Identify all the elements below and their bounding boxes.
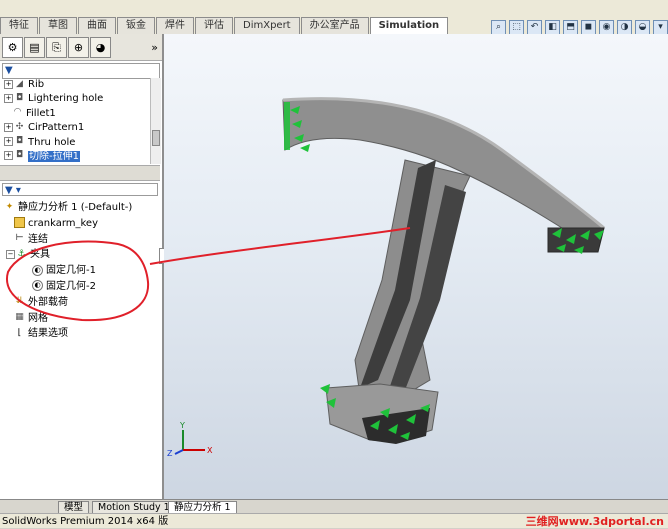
- results-options-item[interactable]: ⌊ 结果选项: [0, 326, 160, 342]
- edit-appearance-icon[interactable]: ◑: [617, 20, 632, 35]
- command-tab[interactable]: 特征: [0, 17, 38, 34]
- extrude-cut-icon: ◘: [15, 150, 24, 161]
- panel-splitter[interactable]: [0, 165, 160, 181]
- extrude-cut-icon: ◘: [15, 92, 24, 103]
- feature-tree: + ◢ Rib + ◘ Lightering hole ◠ Fillet1 + ✣ CirPatte…: [0, 78, 150, 164]
- expand-icon[interactable]: +: [4, 137, 13, 147]
- study-tabs: 模型 Motion Study 1 静应力分析 1: [0, 499, 668, 515]
- external-loads-label: 外部载荷: [28, 296, 68, 308]
- command-tab[interactable]: 钣金: [117, 17, 155, 34]
- study-tree: ✦ 静应力分析 1 (-Default-) crankarm_key ⊢ 连结 − ⚓…: [0, 200, 160, 342]
- fixtures-label: 夹具: [30, 249, 50, 261]
- fixture-item-2[interactable]: ◐ 固定几何-2: [0, 279, 160, 295]
- display-style-icon[interactable]: ◼: [581, 20, 596, 35]
- part-item[interactable]: crankarm_key: [0, 216, 160, 232]
- expand-icon[interactable]: +: [4, 122, 13, 132]
- feature-tree-item[interactable]: + ◢ Rib: [0, 78, 150, 92]
- connections-icon: ⊢: [15, 233, 24, 244]
- collapse-icon[interactable]: −: [6, 249, 15, 259]
- study-filter[interactable]: ▼ ▾: [2, 183, 158, 196]
- status-bar: SolidWorks Premium 2014 x64 版 三维网www.3dp…: [0, 513, 668, 528]
- command-tab[interactable]: 焊件: [156, 17, 194, 34]
- part-label: crankarm_key: [28, 217, 98, 229]
- feature-tree-item[interactable]: + ◘ Thru hole: [0, 136, 150, 150]
- results-options-icon: ⌊: [17, 327, 22, 338]
- feature-tree-item[interactable]: + ✣ CirPattern1: [0, 121, 150, 135]
- feature-tree-item[interactable]: + ◘ 切除-拉伸1: [0, 150, 150, 164]
- feature-label: Thru hole: [28, 136, 76, 148]
- fixed-geometry-icon: ◐: [32, 264, 43, 276]
- command-tab[interactable]: DimXpert: [234, 17, 300, 34]
- fixture-icon: ⚓: [17, 248, 26, 259]
- results-options-label: 结果选项: [28, 328, 68, 340]
- study-label: 静应力分析 1 (-Default-): [18, 202, 133, 213]
- fixture-label: 固定几何-1: [46, 265, 96, 277]
- svg-text:Z: Z: [167, 449, 173, 458]
- fillet-icon: ◠: [13, 107, 22, 118]
- panel-expand-icon[interactable]: »: [151, 41, 158, 54]
- mesh-label: 网格: [28, 312, 48, 324]
- expand-icon[interactable]: +: [4, 93, 13, 103]
- command-tab[interactable]: 办公室产品: [300, 17, 369, 34]
- mesh-icon: ▦: [15, 312, 24, 323]
- heads-up-view-toolbar: ⌕ ⬚ ↶ ◧ ⬒ ◼ ◉ ◑ ◒ ▾: [491, 20, 668, 35]
- fixed-geometry-icon: ◐: [32, 280, 43, 292]
- zoom-area-icon[interactable]: ⬚: [509, 20, 524, 35]
- hide-show-icon[interactable]: ◉: [599, 20, 614, 35]
- feature-label: CirPattern1: [28, 122, 85, 134]
- fixture-label: 固定几何-2: [46, 280, 96, 292]
- feature-label: Fillet1: [26, 107, 56, 119]
- feature-manager-icon[interactable]: ⚙: [2, 36, 23, 58]
- view-settings-icon[interactable]: ▾: [653, 20, 668, 35]
- feature-tree-item[interactable]: + ◘ Lightering hole: [0, 92, 150, 106]
- command-tab-strip: 特征 草图 曲面 钣金 焊件 评估 DimXpert 办公室产品 Simulation: [0, 17, 449, 34]
- expand-icon[interactable]: [4, 109, 11, 116]
- expand-icon[interactable]: +: [4, 151, 13, 161]
- feature-manager-panel: ⚙ ▤ ⎘ ⊕ ◕ » ▼ + ◢ Rib + ◘ Lightering hole ◠ Fil…: [0, 34, 164, 499]
- circular-pattern-icon: ✣: [15, 121, 24, 132]
- crank-arm-model: X Y Z: [167, 97, 605, 458]
- part-icon: [14, 217, 25, 229]
- section-view-icon[interactable]: ◧: [545, 20, 560, 35]
- view-orientation-icon[interactable]: ⬒: [563, 20, 578, 35]
- feature-label: Rib: [28, 79, 45, 90]
- command-manager: 特征 草图 曲面 钣金 焊件 评估 DimXpert 办公室产品 Simulation ⌕ ⬚ ↶ ◧…: [0, 0, 668, 35]
- fixture-item-1[interactable]: ◐ 固定几何-1: [0, 263, 160, 279]
- mesh-item[interactable]: ▦ 网格: [0, 311, 160, 327]
- connections-label: 连结: [28, 233, 48, 245]
- command-tab[interactable]: Simulation: [369, 17, 449, 34]
- external-loads-item[interactable]: ⇊ 外部载荷: [0, 295, 160, 311]
- feature-tree-scrollbar[interactable]: [150, 78, 161, 164]
- status-text: SolidWorks Premium 2014 x64 版: [2, 516, 169, 527]
- scrollbar-thumb[interactable]: [152, 130, 160, 146]
- property-manager-icon[interactable]: ▤: [24, 36, 45, 58]
- previous-view-icon[interactable]: ↶: [527, 20, 542, 35]
- dimxpert-manager-icon[interactable]: ⊕: [68, 36, 89, 58]
- extrude-cut-icon: ◘: [15, 136, 24, 147]
- command-tab[interactable]: 评估: [195, 17, 233, 34]
- svg-text:Y: Y: [179, 421, 185, 430]
- watermark: 三维网www.3dportal.cn: [525, 515, 664, 528]
- display-manager-icon[interactable]: ◕: [90, 36, 111, 58]
- study-item[interactable]: ✦ 静应力分析 1 (-Default-): [0, 200, 160, 216]
- command-tab[interactable]: 草图: [39, 17, 77, 34]
- feature-label: Lightering hole: [28, 93, 104, 105]
- zoom-to-fit-icon[interactable]: ⌕: [491, 20, 506, 35]
- expand-icon[interactable]: +: [4, 79, 13, 89]
- command-tab[interactable]: 曲面: [78, 17, 116, 34]
- feature-filter[interactable]: ▼: [2, 63, 160, 79]
- svg-text:X: X: [207, 446, 213, 455]
- rib-icon: ◢: [16, 78, 23, 89]
- graphics-area[interactable]: X Y Z: [164, 34, 668, 499]
- apply-scene-icon[interactable]: ◒: [635, 20, 650, 35]
- static-study-icon: ✦: [5, 201, 14, 212]
- connections-item[interactable]: ⊢ 连结: [0, 232, 160, 248]
- triad-icon: X Y Z: [167, 421, 213, 458]
- feature-label: 切除-拉伸1: [28, 150, 80, 162]
- manager-tabs: ⚙ ▤ ⎘ ⊕ ◕ »: [0, 34, 162, 61]
- fixtures-item[interactable]: − ⚓ 夹具: [0, 247, 160, 263]
- configuration-manager-icon[interactable]: ⎘: [46, 36, 67, 58]
- external-loads-icon: ⇊: [15, 296, 24, 307]
- feature-tree-item[interactable]: ◠ Fillet1: [0, 107, 150, 121]
